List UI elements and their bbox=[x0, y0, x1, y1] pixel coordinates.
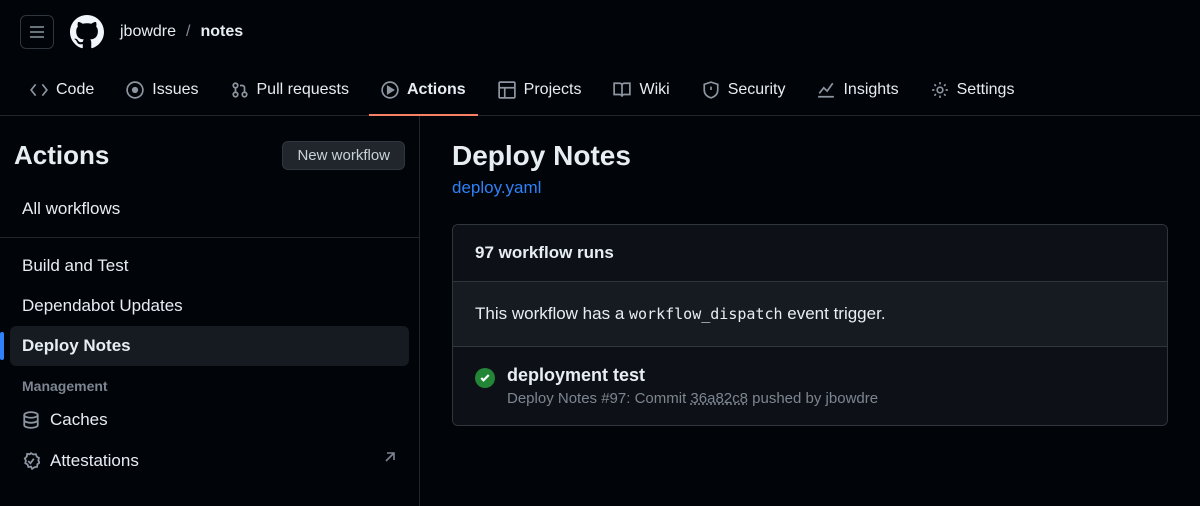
sidebar-item-workflow[interactable]: Dependabot Updates bbox=[10, 286, 409, 326]
verified-icon bbox=[22, 452, 40, 470]
sidebar-item-label: Attestations bbox=[50, 451, 139, 471]
success-check-icon bbox=[475, 368, 495, 388]
new-workflow-button[interactable]: New workflow bbox=[282, 141, 405, 170]
sidebar-item-label: Deploy Notes bbox=[22, 336, 131, 356]
runs-count: 97 workflow runs bbox=[453, 225, 1167, 282]
sidebar-item-label: Build and Test bbox=[22, 256, 128, 276]
tab-label: Settings bbox=[957, 81, 1015, 99]
run-workflow-name: Deploy Notes bbox=[507, 390, 597, 407]
code-icon bbox=[30, 81, 48, 99]
sidebar-title: Actions bbox=[14, 140, 109, 171]
hamburger-icon bbox=[29, 24, 45, 40]
sidebar-item-workflow[interactable]: Build and Test bbox=[10, 246, 409, 286]
book-icon bbox=[613, 81, 631, 99]
tab-label: Insights bbox=[843, 81, 898, 99]
gear-icon bbox=[931, 81, 949, 99]
breadcrumb-sep: / bbox=[186, 23, 190, 41]
tab-label: Actions bbox=[407, 81, 466, 99]
info-text: event trigger. bbox=[783, 304, 886, 323]
sidebar-item-label: All workflows bbox=[22, 199, 120, 219]
info-text: This workflow has a bbox=[475, 304, 629, 323]
tab-settings[interactable]: Settings bbox=[919, 64, 1027, 115]
tab-label: Security bbox=[728, 81, 786, 99]
play-icon bbox=[381, 81, 399, 99]
runs-panel: 97 workflow runs This workflow has a wor… bbox=[452, 224, 1168, 426]
info-code: workflow_dispatch bbox=[629, 305, 783, 323]
table-icon bbox=[498, 81, 516, 99]
sidebar-item-workflow[interactable]: Deploy Notes bbox=[10, 326, 409, 366]
header: jbowdre / notes bbox=[0, 0, 1200, 64]
breadcrumb-repo[interactable]: notes bbox=[200, 23, 243, 41]
tab-security[interactable]: Security bbox=[690, 64, 798, 115]
sidebar-item-attestations[interactable]: Attestations bbox=[10, 440, 409, 481]
run-subtitle: Deploy Notes #97: Commit 36a82c8 pushed … bbox=[507, 390, 878, 407]
workflow-trigger-info: This workflow has a workflow_dispatch ev… bbox=[453, 282, 1167, 347]
tab-issues[interactable]: Issues bbox=[114, 64, 210, 115]
tab-label: Projects bbox=[524, 81, 582, 99]
breadcrumb-owner[interactable]: jbowdre bbox=[120, 23, 176, 41]
run-text: deployment test Deploy Notes #97: Commit… bbox=[507, 365, 878, 407]
graph-icon bbox=[817, 81, 835, 99]
content: Deploy Notes deploy.yaml 97 workflow run… bbox=[420, 116, 1200, 506]
external-link-icon bbox=[381, 450, 397, 471]
workflow-file-link[interactable]: deploy.yaml bbox=[452, 178, 541, 198]
tab-label: Code bbox=[56, 81, 94, 99]
run-text: : Commit bbox=[626, 390, 690, 407]
run-number: #97 bbox=[601, 390, 626, 407]
page-title: Deploy Notes bbox=[452, 140, 1168, 172]
tab-label: Issues bbox=[152, 81, 198, 99]
tab-wiki[interactable]: Wiki bbox=[601, 64, 681, 115]
git-pull-request-icon bbox=[231, 81, 249, 99]
tab-insights[interactable]: Insights bbox=[805, 64, 910, 115]
tab-actions[interactable]: Actions bbox=[369, 64, 478, 115]
hamburger-menu-button[interactable] bbox=[20, 15, 54, 49]
sidebar-item-label: Dependabot Updates bbox=[22, 296, 183, 316]
workflow-run-item[interactable]: deployment test Deploy Notes #97: Commit… bbox=[453, 347, 1167, 425]
divider bbox=[0, 237, 419, 238]
run-title: deployment test bbox=[507, 365, 878, 386]
run-text: pushed by bbox=[748, 390, 826, 407]
sidebar-item-caches[interactable]: Caches bbox=[10, 400, 409, 440]
main: Actions New workflow All workflows Build… bbox=[0, 116, 1200, 506]
sidebar-item-all-workflows[interactable]: All workflows bbox=[10, 189, 409, 229]
tab-label: Wiki bbox=[639, 81, 669, 99]
shield-icon bbox=[702, 81, 720, 99]
tab-label: Pull requests bbox=[257, 81, 350, 99]
tab-pull-requests[interactable]: Pull requests bbox=[219, 64, 362, 115]
issues-icon bbox=[126, 81, 144, 99]
run-actor: jbowdre bbox=[826, 390, 879, 407]
tab-code[interactable]: Code bbox=[18, 64, 106, 115]
breadcrumb: jbowdre / notes bbox=[120, 23, 243, 41]
database-icon bbox=[22, 411, 40, 429]
tab-projects[interactable]: Projects bbox=[486, 64, 594, 115]
sidebar-heading-management: Management bbox=[10, 366, 409, 400]
repo-tabs: Code Issues Pull requests Actions Projec… bbox=[0, 64, 1200, 116]
commit-sha-link[interactable]: 36a82c8 bbox=[690, 390, 748, 407]
github-logo[interactable] bbox=[70, 15, 104, 49]
sidebar: Actions New workflow All workflows Build… bbox=[0, 116, 420, 506]
sidebar-item-label: Caches bbox=[50, 410, 108, 430]
